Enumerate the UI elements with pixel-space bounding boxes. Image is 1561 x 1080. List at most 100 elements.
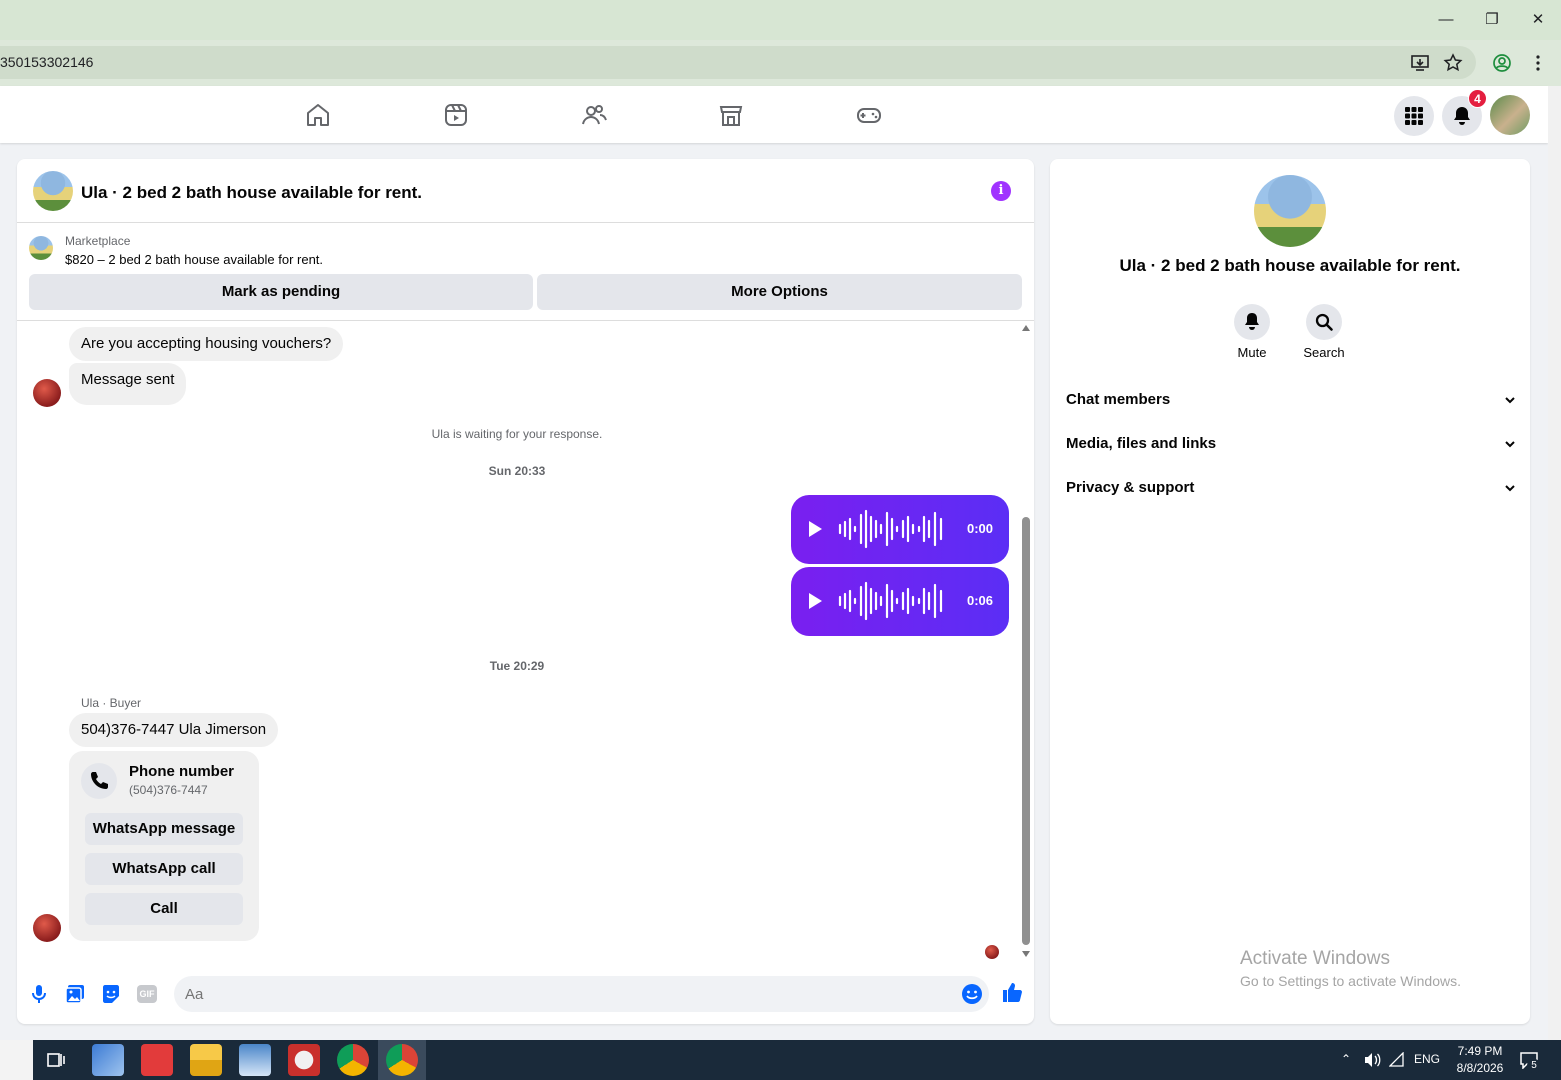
listing-thumbnail[interactable] <box>29 236 53 260</box>
install-app-icon[interactable] <box>1410 53 1430 73</box>
section-chat-members[interactable]: Chat members <box>1066 382 1516 418</box>
marketplace-icon[interactable] <box>718 102 744 128</box>
contact-card-title: Phone number <box>129 763 235 780</box>
clock-date: 8/8/2026 <box>1456 1061 1504 1075</box>
tray-overflow-icon[interactable]: ⌃ <box>1341 1052 1351 1066</box>
section-label: Privacy & support <box>1066 479 1195 496</box>
like-icon[interactable] <box>1001 981 1023 1003</box>
restore-button[interactable]: ❐ <box>1482 10 1502 30</box>
message-input[interactable] <box>174 976 989 1012</box>
sender-name: Ula · Buyer <box>81 696 142 710</box>
apps-grid-icon <box>1405 107 1423 125</box>
whatsapp-message-button[interactable]: WhatsApp message <box>85 813 243 845</box>
message-list: Are you accepting housing vouchers? Mess… <box>17 321 1034 961</box>
task-view-icon[interactable] <box>46 1050 66 1070</box>
contact-card-number: (504)376-7447 <box>129 783 208 797</box>
anydesk-app-icon[interactable] <box>141 1044 173 1076</box>
profile-icon[interactable] <box>1492 53 1512 73</box>
chrome-profile-icon[interactable] <box>337 1044 369 1076</box>
browser-title-bar: — ❐ ✕ <box>0 0 1561 40</box>
contact-card: Phone number (504)376-7447 WhatsApp mess… <box>69 751 259 941</box>
message-bubble[interactable]: Are you accepting housing vouchers? <box>69 327 344 361</box>
home-icon[interactable] <box>305 102 331 128</box>
sender-avatar[interactable] <box>33 379 61 407</box>
notification-count: 5 <box>1527 1059 1541 1073</box>
photo-icon[interactable] <box>64 983 86 1005</box>
listing-price[interactable]: $820 – 2 bed 2 bath house available for … <box>65 252 323 267</box>
bookmark-star-icon[interactable] <box>1443 53 1463 73</box>
video-icon[interactable] <box>443 102 469 128</box>
section-privacy-support[interactable]: Privacy & support <box>1066 470 1516 506</box>
activate-windows-subtitle: Go to Settings to activate Windows. <box>1240 973 1461 989</box>
mute-button[interactable] <box>1234 304 1270 340</box>
waveform-icon <box>838 509 943 549</box>
taskbar-start-area[interactable] <box>0 1040 33 1080</box>
omnibox[interactable]: 350153302146 <box>0 46 1476 79</box>
listing-avatar-large[interactable] <box>1254 175 1326 247</box>
minimize-button[interactable]: — <box>1436 10 1456 30</box>
composer: GIF <box>17 961 1034 1024</box>
app-icon[interactable] <box>288 1044 320 1076</box>
timestamp: Sun 20:33 <box>488 464 546 478</box>
file-explorer-icon[interactable] <box>190 1044 222 1076</box>
language-indicator[interactable]: ENG <box>1414 1052 1440 1066</box>
message-bubble[interactable]: Message sent <box>69 363 187 405</box>
call-button[interactable]: Call <box>85 893 243 925</box>
scroll-thumb[interactable] <box>1022 517 1030 945</box>
voice-duration: 0:00 <box>967 521 994 536</box>
play-icon[interactable] <box>809 521 822 537</box>
menu-button[interactable] <box>1394 96 1434 136</box>
bell-icon <box>1454 107 1470 125</box>
waiting-notice: Ula is waiting for your response. <box>431 427 603 441</box>
page-scrollbar[interactable] <box>1548 86 1561 1040</box>
more-options-button[interactable]: More Options <box>537 274 1022 310</box>
section-label: Media, files and links <box>1066 435 1217 452</box>
close-window-button[interactable]: ✕ <box>1528 10 1548 30</box>
search-button[interactable] <box>1306 304 1342 340</box>
waveform-icon <box>838 581 943 621</box>
friends-icon[interactable] <box>581 102 607 128</box>
chat-title[interactable]: Ula · 2 bed 2 bath house available for r… <box>81 183 422 203</box>
section-label: Chat members <box>1066 391 1171 408</box>
sender-avatar[interactable] <box>33 914 61 942</box>
facebook-header <box>0 86 1548 143</box>
info-icon[interactable]: i <box>991 181 1011 201</box>
listing-avatar[interactable] <box>33 171 73 211</box>
account-avatar[interactable] <box>1490 95 1530 135</box>
browser-menu-icon[interactable] <box>1528 53 1548 73</box>
phone-icon-wrap <box>81 763 117 799</box>
emoji-icon[interactable] <box>961 983 983 1005</box>
chevron-down-icon <box>1505 397 1515 404</box>
scroll-up-arrow[interactable] <box>1022 325 1030 331</box>
chat-header: Ula · 2 bed 2 bath house available for r… <box>17 159 1034 223</box>
taskbar-clock[interactable]: 7:49 PM 8/8/2026 <box>1445 1043 1515 1077</box>
message-scrollbar[interactable] <box>1019 321 1033 961</box>
mark-as-pending-button[interactable]: Mark as pending <box>29 274 533 310</box>
bell-icon <box>1245 313 1259 330</box>
section-media-files-links[interactable]: Media, files and links <box>1066 426 1516 462</box>
paint-app-icon[interactable] <box>239 1044 271 1076</box>
sticker-icon[interactable] <box>100 983 122 1005</box>
search-label: Search <box>1303 345 1345 360</box>
microphone-icon[interactable] <box>28 983 50 1005</box>
play-icon[interactable] <box>809 593 822 609</box>
gif-button[interactable]: GIF <box>137 985 157 1003</box>
url-text[interactable]: 350153302146 <box>0 54 93 70</box>
volume-icon[interactable] <box>1363 1052 1381 1068</box>
conversation-title: Ula · 2 bed 2 bath house available for r… <box>1119 256 1461 275</box>
windows-taskbar: ⌃ ENG 7:49 PM 8/8/2026 5 <box>0 1040 1561 1080</box>
gaming-icon[interactable] <box>856 102 882 128</box>
message-bubble[interactable]: 504)376-7447 Ula Jimerson <box>69 713 279 747</box>
chat-panel: Ula · 2 bed 2 bath house available for r… <box>17 159 1034 1024</box>
whatsapp-call-button[interactable]: WhatsApp call <box>85 853 243 885</box>
voice-message[interactable]: 0:00 <box>791 495 1009 564</box>
address-bar-row: 350153302146 <box>0 40 1561 86</box>
chrome-icon <box>386 1044 418 1076</box>
wifi-icon[interactable] <box>1389 1052 1405 1068</box>
read-receipt-avatar <box>985 945 999 959</box>
voice-message[interactable]: 0:06 <box>791 567 1009 636</box>
chrome-active-taskbar-item[interactable] <box>378 1040 426 1080</box>
scroll-down-arrow[interactable] <box>1022 951 1030 957</box>
this-pc-app-icon[interactable] <box>92 1044 124 1076</box>
search-icon <box>1315 313 1333 331</box>
